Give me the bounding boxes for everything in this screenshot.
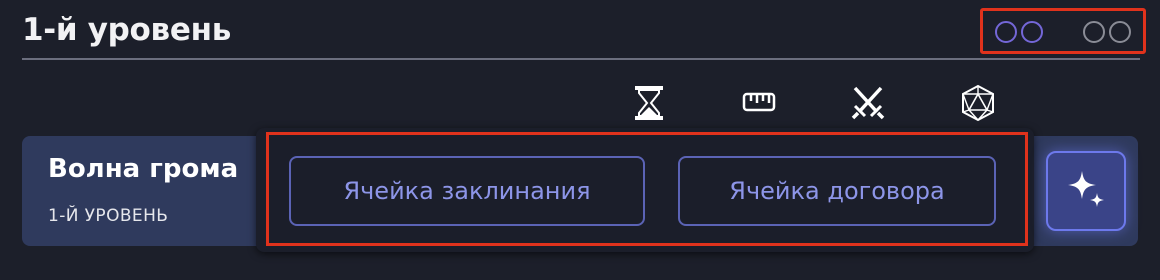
- spell-level: 1-Й УРОВЕНЬ: [48, 206, 169, 226]
- spell-slot-1[interactable]: [1083, 21, 1105, 43]
- pact-slot-2[interactable]: [1021, 21, 1043, 43]
- section-title: 1-й уровень: [22, 12, 232, 48]
- spell-name: Волна грома: [48, 154, 239, 184]
- crossed-swords-icon: [851, 84, 885, 122]
- divider: [22, 58, 1140, 60]
- spell-slot-2[interactable]: [1109, 21, 1131, 43]
- ruler-icon: [742, 90, 776, 128]
- d20-icon: [961, 84, 995, 122]
- spell-slot-button[interactable]: Ячейка заклинания: [289, 156, 645, 226]
- slot-tracker: [980, 8, 1146, 54]
- cast-magic-button[interactable]: [1046, 151, 1126, 231]
- pact-slot-button[interactable]: Ячейка договора: [678, 156, 996, 226]
- sparkles-icon: [1064, 167, 1108, 215]
- hourglass-icon: [632, 84, 666, 122]
- pact-slot-1[interactable]: [995, 21, 1017, 43]
